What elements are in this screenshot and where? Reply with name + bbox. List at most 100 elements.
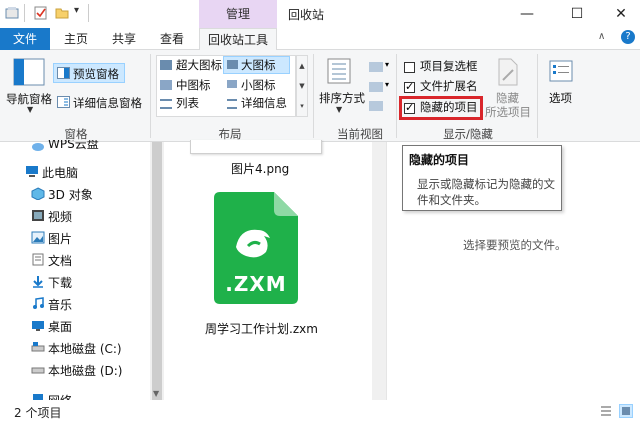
extra-large-icons-option[interactable]: 超大图标: [176, 57, 222, 73]
details-view-toggle-icon[interactable]: [600, 405, 612, 417]
tab-view[interactable]: 查看: [150, 28, 194, 50]
nav-pane-dropdown-icon[interactable]: ▼: [27, 105, 33, 114]
options-icon: [549, 60, 573, 82]
manage-tab-label: 管理: [225, 7, 250, 21]
nav-scroll-down-icon[interactable]: ▼: [153, 389, 159, 398]
details-option[interactable]: 详细信息: [241, 95, 287, 111]
preview-message: 选择要预览的文件。: [463, 238, 567, 252]
hidden-items-tooltip: 隐藏的项目 显示或隐藏标记为隐藏的文件和文件夹。: [402, 145, 562, 211]
preview-pane-icon: [57, 67, 70, 79]
small-icons-icon: [227, 80, 237, 88]
nav-item-network[interactable]: 网络: [0, 390, 150, 400]
group-by-icon[interactable]: [369, 62, 383, 72]
drive-d-icon: [31, 363, 45, 376]
network-icon: [31, 393, 45, 400]
tab-share[interactable]: 共享: [104, 28, 144, 50]
details-pane-icon: [57, 96, 70, 108]
navigation-pane-icon[interactable]: [13, 58, 45, 86]
manage-context-tab[interactable]: 管理: [199, 0, 277, 28]
group-divider: [537, 54, 538, 138]
layout-group-label: 布局: [218, 127, 242, 141]
file-extensions-checkbox[interactable]: [404, 80, 415, 93]
tooltip-title: 隐藏的项目: [409, 153, 470, 167]
toolbar-divider: [88, 4, 89, 22]
zxm-badge: .ZXM: [225, 272, 287, 296]
group-divider: [396, 54, 397, 138]
nav-label: 3D 对象: [48, 188, 93, 202]
large-icons-icon: [227, 60, 238, 69]
nav-item-documents[interactable]: 文档: [0, 250, 150, 270]
large-icons-view-toggle-icon[interactable]: [619, 404, 633, 418]
nav-label: 网络: [48, 392, 72, 400]
sort-by-icon: [327, 58, 351, 84]
list-option[interactable]: 列表: [176, 95, 199, 111]
preview-pane-label: 预览窗格: [73, 67, 119, 81]
tab-home[interactable]: 主页: [56, 28, 96, 50]
group-by-dropdown-icon[interactable]: ▾: [385, 60, 389, 69]
tab-file[interactable]: 文件: [0, 28, 50, 50]
large-icons-label: 大图标: [241, 58, 276, 72]
customize-qat-icon[interactable]: ▾: [74, 5, 79, 16]
options-button[interactable]: 选项: [549, 90, 572, 106]
documents-icon: [31, 253, 45, 266]
image-file-icon[interactable]: [190, 140, 322, 154]
item-checkboxes-label: 项目复选框: [420, 59, 478, 73]
nav-item-desktop[interactable]: 桌面: [0, 316, 150, 336]
medium-icons-icon: [160, 80, 172, 90]
add-columns-icon[interactable]: [369, 82, 383, 92]
panes-group-label: 窗格: [64, 127, 88, 141]
nav-item-wps-cloud[interactable]: WPS云盘: [0, 140, 150, 152]
status-bar: [0, 400, 640, 422]
nav-scrollbar-thumb[interactable]: [152, 142, 162, 400]
nav-item-pictures[interactable]: 图片: [0, 228, 150, 248]
properties-icon[interactable]: [34, 6, 48, 20]
sort-by-button[interactable]: 排序方式: [319, 90, 365, 106]
details-pane-button[interactable]: 详细信息窗格: [73, 95, 142, 111]
new-folder-icon[interactable]: [55, 6, 69, 20]
show-hide-group-label: 显示/隐藏: [443, 127, 493, 141]
nav-label: 桌面: [48, 320, 73, 334]
nav-item-drive-d[interactable]: 本地磁盘 (D:): [0, 360, 150, 380]
nav-item-this-pc[interactable]: 此电脑: [0, 162, 150, 182]
medium-icons-option[interactable]: 中图标: [176, 77, 211, 93]
file-name-zxm[interactable]: 周学习工作计划.zxm: [205, 320, 318, 337]
collapse-ribbon-icon[interactable]: ∧: [598, 31, 605, 42]
hidden-items-highlight: [399, 96, 483, 120]
nav-item-3d-objects[interactable]: 3D 对象: [0, 184, 150, 204]
small-icons-option[interactable]: 小图标: [241, 77, 276, 93]
item-checkboxes-checkbox[interactable]: [404, 62, 415, 73]
video-icon: [31, 209, 45, 222]
sort-by-dropdown-icon[interactable]: ▼: [336, 105, 342, 114]
desktop-icon: [31, 319, 45, 332]
nav-item-music[interactable]: 音乐: [0, 294, 150, 314]
help-icon[interactable]: ?: [621, 30, 635, 44]
ribbon-tab-row: [0, 28, 640, 50]
download-icon: [31, 275, 45, 288]
nav-label: 此电脑: [42, 166, 79, 180]
cloud-icon: [31, 140, 45, 152]
layout-scroll-arrows[interactable]: ▲ ▼ ▾: [296, 55, 308, 117]
add-columns-dropdown-icon[interactable]: ▾: [385, 80, 389, 89]
nav-item-videos[interactable]: 视频: [0, 206, 150, 226]
content-scrollbar[interactable]: [372, 142, 386, 400]
nav-item-downloads[interactable]: 下载: [0, 272, 150, 292]
file-name-image4[interactable]: 图片4.png: [231, 160, 289, 177]
toolbar-divider: [24, 4, 25, 22]
app-icon[interactable]: [5, 6, 19, 20]
window-title: 回收站: [288, 8, 325, 22]
nav-label: 文档: [48, 254, 73, 268]
tab-recycle-bin-tools[interactable]: 回收站工具: [199, 28, 277, 50]
nav-label: 本地磁盘 (C:): [48, 342, 122, 356]
minimize-button[interactable]: —: [512, 4, 542, 24]
hide-selected-label-2[interactable]: 所选项目: [485, 104, 531, 120]
file-extensions-label: 文件扩展名: [420, 79, 478, 93]
pictures-icon: [31, 231, 45, 244]
nav-item-drive-c[interactable]: 本地磁盘 (C:): [0, 338, 150, 358]
maximize-button[interactable]: ☐: [562, 4, 592, 24]
close-button[interactable]: ✕: [606, 4, 636, 24]
size-columns-icon[interactable]: [369, 101, 383, 111]
nav-label: 音乐: [48, 298, 73, 312]
nav-label: 视频: [48, 210, 73, 224]
nav-label: 下载: [48, 276, 73, 290]
list-icon: [160, 99, 172, 109]
